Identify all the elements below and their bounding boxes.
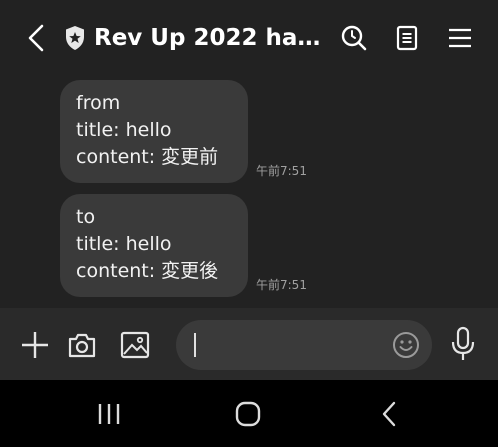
message-input[interactable]: [176, 320, 432, 370]
message-line: content: 変更後: [76, 260, 219, 282]
message-bubble[interactable]: to title: hello content: 変更後: [60, 194, 248, 297]
back-icon: [382, 401, 396, 427]
message-line: title: hello: [76, 119, 172, 141]
message-timestamp: 午前7:51: [256, 278, 307, 292]
message-line: content: 変更前: [76, 146, 219, 168]
message-line: to: [76, 206, 96, 228]
home-button[interactable]: [233, 400, 263, 428]
back-button[interactable]: [24, 23, 50, 53]
camera-icon: [68, 333, 96, 358]
system-nav-bar: [0, 380, 498, 447]
camera-button[interactable]: [67, 330, 97, 360]
menu-button[interactable]: [446, 24, 474, 52]
emoji-button[interactable]: [392, 331, 420, 359]
text-cursor: [194, 333, 196, 357]
system-back-button[interactable]: [376, 400, 406, 428]
attach-button[interactable]: [20, 330, 50, 360]
message-line: title: hello: [76, 233, 172, 255]
message-timestamp: 午前7:51: [256, 164, 307, 178]
voice-input-button[interactable]: [448, 326, 478, 362]
notes-button[interactable]: [393, 24, 421, 52]
chat-header: Rev Up 2022 han...: [0, 0, 498, 76]
search-messages-button[interactable]: [340, 24, 368, 52]
chevron-left-icon: [28, 24, 44, 52]
message-bubble[interactable]: from title: hello content: 変更前: [60, 80, 248, 183]
emoji-icon: [393, 332, 419, 358]
microphone-icon: [451, 326, 475, 360]
hamburger-menu-icon: [449, 28, 471, 48]
home-icon: [235, 401, 261, 427]
gallery-button[interactable]: [120, 330, 150, 360]
shield-star-icon: [64, 25, 86, 51]
chat-title: Rev Up 2022 han...: [94, 25, 326, 51]
plus-icon: [22, 332, 48, 358]
image-icon: [120, 331, 150, 359]
recents-icon: [98, 404, 120, 424]
notes-icon: [396, 25, 418, 51]
message-input-bar: [0, 308, 498, 380]
message-line: from: [76, 92, 121, 114]
recents-button[interactable]: [94, 400, 124, 428]
search-message-icon: [341, 25, 367, 51]
chat-screen: Rev Up 2022 han... from title: hello con…: [0, 0, 498, 447]
